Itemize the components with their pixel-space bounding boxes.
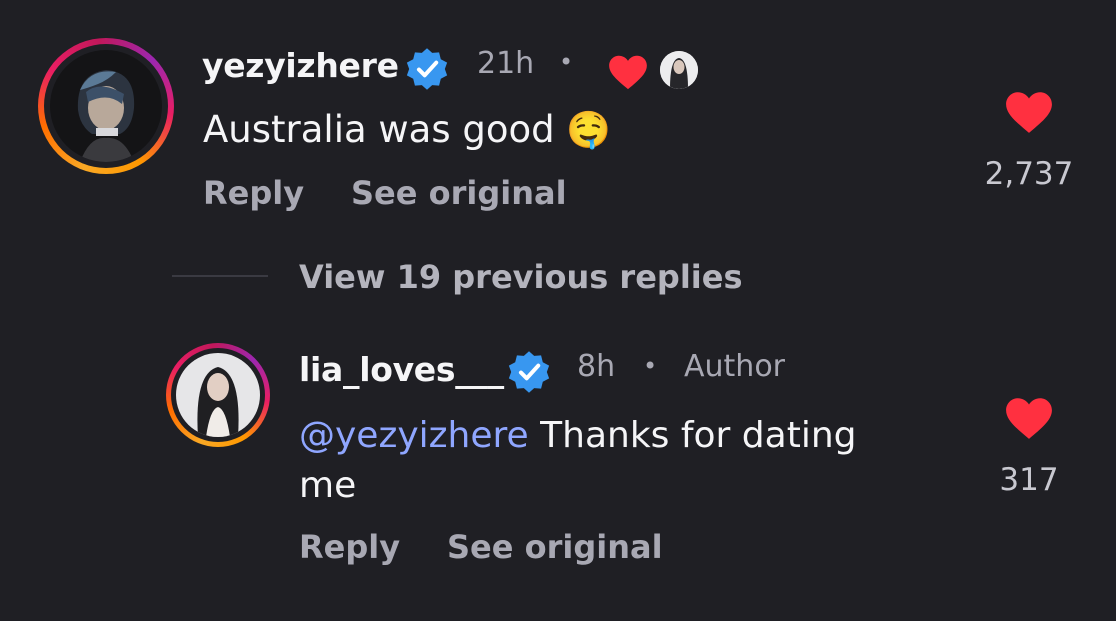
reply-button[interactable]: Reply <box>299 528 400 566</box>
view-previous-replies-button[interactable]: View 19 previous replies <box>299 258 743 296</box>
separator-dot: • <box>559 48 574 76</box>
avatar[interactable] <box>50 50 162 162</box>
like-count: 317 <box>999 462 1059 498</box>
like-count: 2,737 <box>984 156 1074 192</box>
comment-text: @yezyizhere Thanks for dating me <box>299 415 857 506</box>
mention-link[interactable]: @yezyizhere <box>299 415 529 456</box>
verified-badge-icon <box>508 351 550 393</box>
see-original-button[interactable]: See original <box>351 174 567 212</box>
author-liked-heart-icon <box>609 55 647 90</box>
thread-divider <box>172 275 268 277</box>
comment-lia-loves: lia_loves___ 8h • Author @yezyizhere Tha… <box>0 330 1116 621</box>
comment-text: Australia was good 🤤 <box>203 108 612 151</box>
like-heart-icon[interactable] <box>1004 396 1054 440</box>
avatar[interactable] <box>176 353 260 437</box>
author-avatar-mini <box>660 51 698 89</box>
timestamp: 8h <box>577 349 616 384</box>
username[interactable]: yezyizhere <box>202 46 399 85</box>
separator-dot: • <box>643 352 658 380</box>
verified-badge-icon <box>406 48 448 90</box>
username[interactable]: lia_loves___ <box>299 350 504 389</box>
timestamp: 21h <box>477 46 535 81</box>
reply-button[interactable]: Reply <box>203 174 304 212</box>
drooling-face-emoji: 🤤 <box>566 110 612 151</box>
comment-yezyizhere: yezyizhere 21h • Australia was good 🤤 Re… <box>0 0 1116 230</box>
like-heart-icon[interactable] <box>1004 90 1054 134</box>
author-tag: Author <box>684 349 786 384</box>
see-original-button[interactable]: See original <box>447 528 663 566</box>
